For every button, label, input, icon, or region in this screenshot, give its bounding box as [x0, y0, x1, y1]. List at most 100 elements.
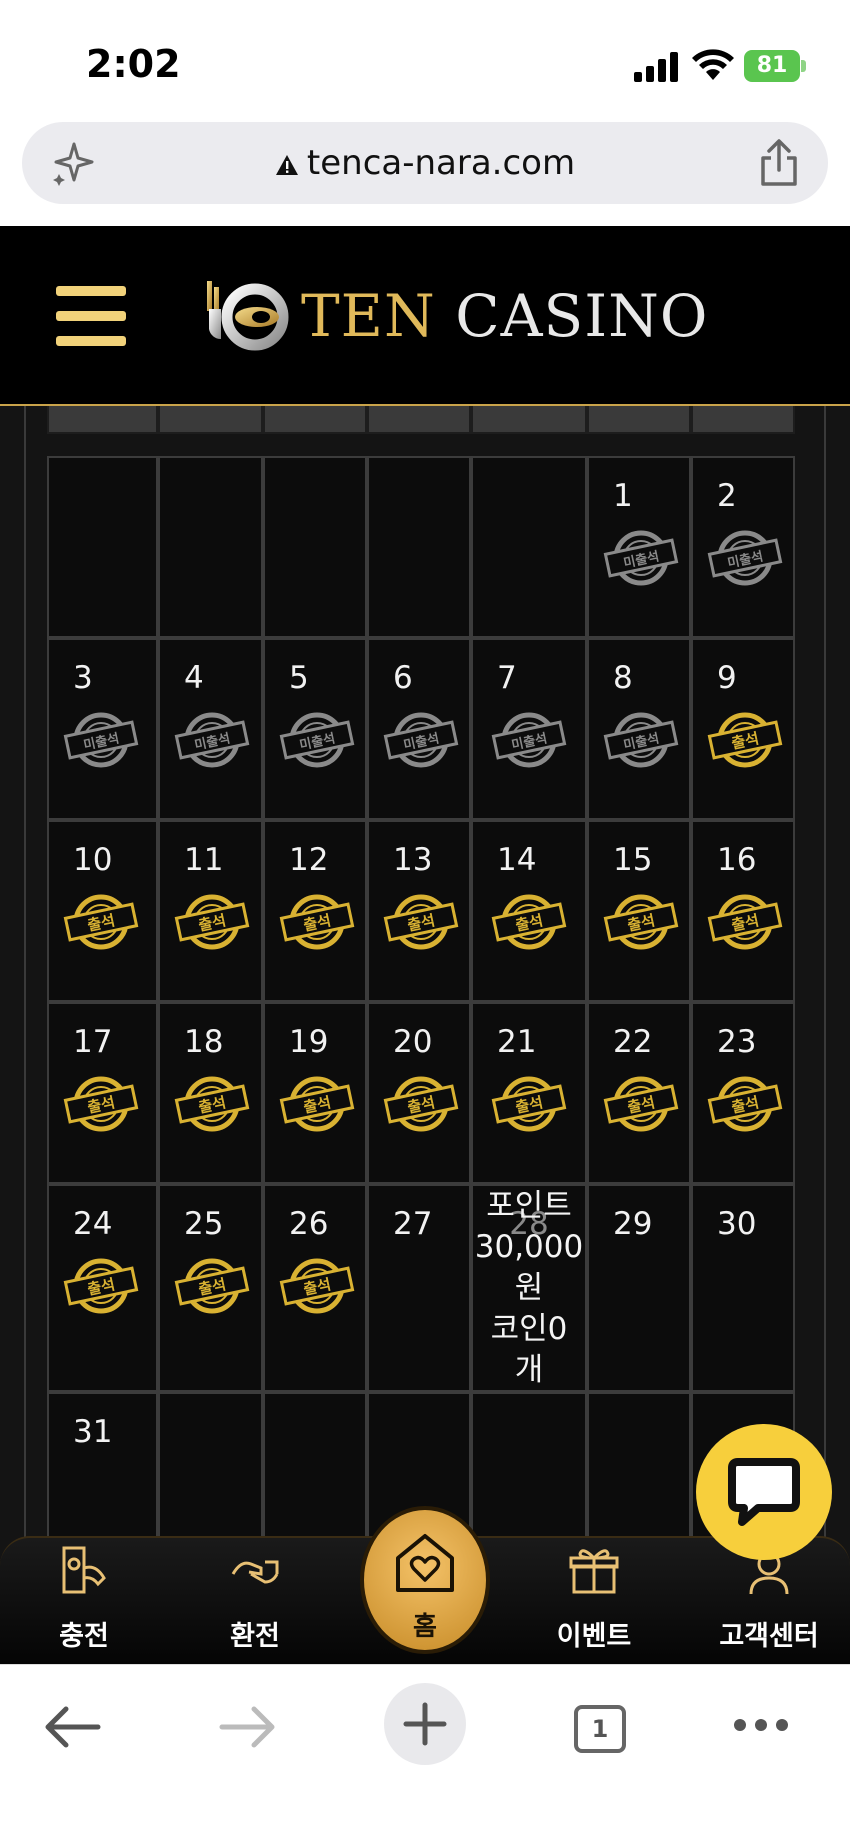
calendar-day-cell: 26 출석 — [263, 1184, 367, 1392]
calendar-day-cell: 25 출석 — [158, 1184, 263, 1392]
back-arrow-icon[interactable] — [32, 1687, 112, 1767]
nav-charge[interactable]: 충전 — [24, 1538, 144, 1666]
calendar-day-cell — [367, 456, 471, 638]
forward-arrow-icon[interactable] — [208, 1687, 288, 1767]
reward-note-line: 원 — [514, 1270, 544, 1306]
more-icon[interactable] — [734, 1719, 788, 1733]
browser-toolbar: 1 — [0, 1664, 850, 1841]
url-text[interactable]: tenca-nara.com — [22, 122, 828, 204]
day-number: 2 — [717, 478, 737, 514]
day-number: 1 — [613, 478, 633, 514]
wifi-icon — [692, 49, 734, 80]
nav-event[interactable]: 이벤트 — [534, 1538, 654, 1666]
calendar-day-cell: 20 출석 — [367, 1002, 471, 1184]
calendar-day-cell: 23 출석 — [691, 1002, 795, 1184]
calendar-day-cell: 17 출석 — [47, 1002, 158, 1184]
reward-note-line: 개 — [514, 1352, 544, 1388]
nav-charge-label: 충전 — [59, 1621, 109, 1652]
day-number: 13 — [393, 842, 433, 878]
calendar-day-cell — [47, 456, 158, 638]
day-number: 29 — [613, 1206, 653, 1242]
calendar-day-cell: 14 출석 — [471, 820, 587, 1002]
share-icon[interactable] — [756, 138, 802, 188]
calendar-day-cell: 28 포인트 30,000 원 코인0 개 — [471, 1184, 587, 1392]
attended-stamp-icon: 출석 — [491, 1076, 567, 1132]
calendar-day-cell: 4 미출석 — [158, 638, 263, 820]
day-number: 14 — [497, 842, 537, 878]
day-number: 7 — [497, 660, 517, 696]
plus-icon — [403, 1702, 447, 1746]
nav-home-label: 홈 — [413, 1612, 437, 1642]
attended-stamp-icon: 출석 — [279, 1076, 355, 1132]
attended-stamp-icon: 출석 — [383, 1076, 459, 1132]
calendar-day-cell: 29 — [587, 1184, 691, 1392]
day-number: 12 — [289, 842, 329, 878]
calendar-day-cell: 15 출석 — [587, 820, 691, 1002]
address-bar[interactable]: tenca-nara.com — [22, 122, 828, 204]
new-tab-button[interactable] — [384, 1683, 466, 1765]
attended-stamp-icon: 출석 — [707, 1076, 783, 1132]
reward-note-line: 포인트 — [486, 1188, 572, 1224]
day-number: 26 — [289, 1206, 329, 1242]
calendar-day-cell: 22 출석 — [587, 1002, 691, 1184]
calendar-day-cell: 7 미출석 — [471, 638, 587, 820]
attended-stamp-icon: 출석 — [174, 894, 250, 950]
calendar-day-cell: 9 출석 — [691, 638, 795, 820]
absent-stamp-icon: 미출석 — [603, 712, 679, 768]
day-number: 31 — [73, 1414, 113, 1450]
calendar-day-cell: 2 미출석 — [691, 456, 795, 638]
home-heart-icon — [396, 1534, 454, 1592]
calendar-day-cell — [158, 456, 263, 638]
attended-stamp-icon: 출석 — [174, 1076, 250, 1132]
attended-stamp-icon: 출석 — [603, 1076, 679, 1132]
day-number: 21 — [497, 1024, 537, 1060]
weekday-label: 목 — [471, 406, 587, 434]
absent-stamp-icon: 미출석 — [491, 712, 567, 768]
weekday-label: 일 — [47, 406, 158, 434]
weekday-label: 월 — [158, 406, 263, 434]
day-number: 9 — [717, 660, 737, 696]
attended-stamp-icon: 출석 — [707, 712, 783, 768]
calendar-day-cell: 24 출석 — [47, 1184, 158, 1392]
calendar-day-cell: 10 출석 — [47, 820, 158, 1002]
attended-stamp-icon: 출석 — [491, 894, 567, 950]
calendar-day-cell: 30 — [691, 1184, 795, 1392]
day-number: 24 — [73, 1206, 113, 1242]
calendar-day-cell — [263, 456, 367, 638]
absent-stamp-icon: 미출석 — [707, 530, 783, 586]
calendar-day-cell: 11 출석 — [158, 820, 263, 1002]
nav-home[interactable]: 홈 — [360, 1506, 490, 1654]
calendar-day-cell: 27 — [367, 1184, 471, 1392]
day-number: 18 — [184, 1024, 224, 1060]
reward-note: 포인트 30,000 원 코인0 개 — [473, 1186, 585, 1391]
absent-stamp-icon: 미출석 — [174, 712, 250, 768]
calendar-day-cell: 18 출석 — [158, 1002, 263, 1184]
attended-stamp-icon: 출석 — [383, 894, 459, 950]
menu-icon[interactable] — [56, 286, 126, 346]
calendar-day-cell: 21 출석 — [471, 1002, 587, 1184]
absent-stamp-icon: 미출석 — [63, 712, 139, 768]
day-number: 22 — [613, 1024, 653, 1060]
attended-stamp-icon: 출석 — [279, 1258, 355, 1314]
live-chat-button[interactable] — [696, 1424, 832, 1560]
tabs-button[interactable]: 1 — [574, 1705, 626, 1753]
calendar-day-cell: 13 출석 — [367, 820, 471, 1002]
day-number: 6 — [393, 660, 413, 696]
site-logo[interactable]: TEN CASINO — [205, 256, 708, 376]
weekday-label: 수 — [367, 406, 471, 434]
battery-icon: 81 — [744, 50, 806, 82]
warning-icon — [275, 155, 298, 175]
calendar-day-cell: 8 미출석 — [587, 638, 691, 820]
nav-exchange[interactable]: 환전 — [195, 1538, 315, 1666]
day-number: 30 — [717, 1206, 757, 1242]
calendar-day-cell: 16 출석 — [691, 820, 795, 1002]
gift-icon — [569, 1549, 619, 1594]
day-number: 17 — [73, 1024, 113, 1060]
weekday-label: 화 — [263, 406, 367, 434]
absent-stamp-icon: 미출석 — [603, 530, 679, 586]
chat-bubble-icon — [728, 1458, 800, 1526]
absent-stamp-icon: 미출석 — [279, 712, 355, 768]
day-number: 25 — [184, 1206, 224, 1242]
day-number: 8 — [613, 660, 633, 696]
nav-event-label: 이벤트 — [556, 1621, 632, 1652]
